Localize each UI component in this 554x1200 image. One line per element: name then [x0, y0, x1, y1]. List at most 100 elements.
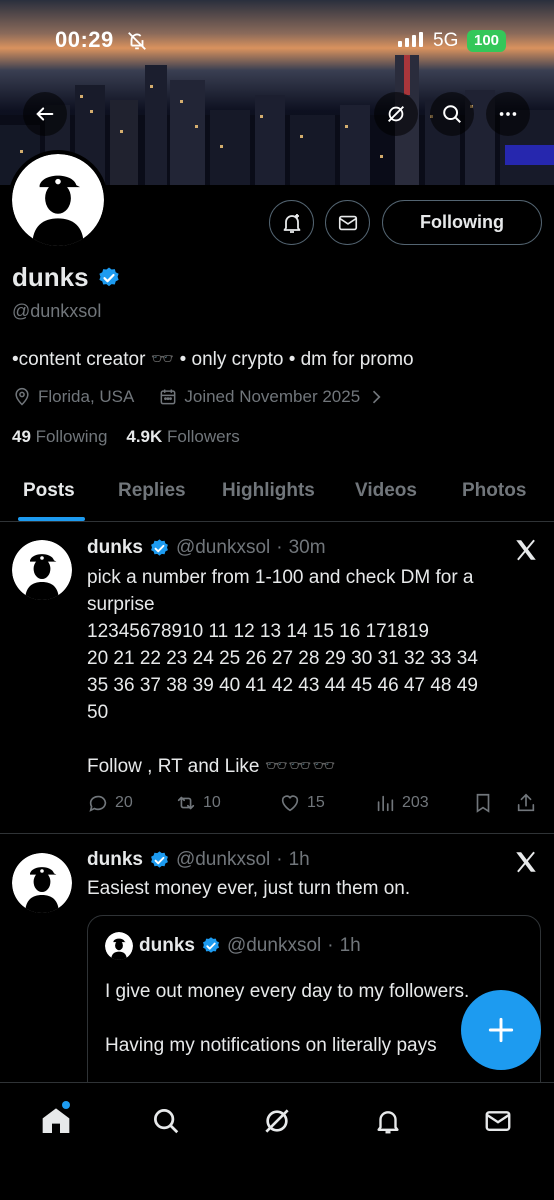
quoted-post-header: dunks @dunkxsol · 1h	[105, 932, 361, 960]
quoted-author-name: dunks	[139, 935, 195, 956]
plus-icon	[488, 1017, 514, 1043]
calendar-icon	[160, 389, 176, 405]
follow-counts: 49 Following 4.9K Followers	[12, 427, 240, 447]
post-header: dunks @dunkxsol · 1h	[87, 849, 310, 871]
reply-count: 20	[115, 794, 133, 811]
tab-posts[interactable]: Posts	[23, 480, 75, 502]
nav-messages[interactable]	[480, 1103, 516, 1139]
reply-button[interactable]: 20	[87, 792, 133, 814]
active-tab-indicator	[18, 517, 85, 521]
repost-icon	[177, 796, 195, 810]
profile-avatar[interactable]	[8, 150, 108, 250]
dot-separator: ·	[276, 537, 283, 558]
home-icon	[42, 1108, 70, 1133]
mail-icon	[485, 1111, 511, 1131]
post-author-name[interactable]: dunks	[87, 849, 143, 871]
battery-indicator: 100	[467, 30, 506, 52]
network-type: 5G	[433, 30, 459, 51]
post-avatar[interactable]	[12, 853, 72, 913]
profile-joined: Joined November 2025	[184, 387, 361, 406]
post-author-handle: @dunkxsol	[175, 849, 271, 870]
search-button[interactable]	[430, 92, 474, 136]
like-button[interactable]: 15	[279, 792, 325, 814]
avatar-image	[105, 932, 133, 960]
post-item[interactable]: dunks @dunkxsol · 30m pick a number from…	[0, 522, 554, 834]
verified-badge-icon	[151, 538, 168, 556]
repost-count: 10	[203, 794, 221, 811]
more-button[interactable]	[486, 92, 530, 136]
signal-icon	[398, 31, 423, 47]
avatar-image	[12, 853, 72, 913]
profile-meta: Florida, USA Joined November 2025	[12, 387, 386, 407]
repost-button[interactable]: 10	[175, 792, 221, 814]
post-text: Easiest money ever, just turn them on.	[87, 878, 411, 899]
search-icon	[154, 1109, 179, 1134]
post-time: 30m	[288, 537, 326, 558]
share-button[interactable]	[515, 792, 537, 814]
mail-icon	[338, 215, 357, 230]
display-name: dunks	[12, 262, 121, 293]
followers-label: Followers	[167, 427, 240, 446]
avatar-image	[12, 154, 104, 246]
arrow-left-icon	[36, 107, 54, 121]
grok-icon	[265, 1109, 289, 1133]
followers-count: 4.9K	[126, 427, 163, 446]
message-button[interactable]	[325, 200, 370, 245]
nav-home[interactable]	[38, 1101, 74, 1139]
notification-dot	[62, 1101, 70, 1109]
more-icon	[499, 112, 517, 116]
profile-handle: @dunkxsol	[12, 301, 102, 321]
status-time: 00:29	[55, 27, 114, 52]
views-button[interactable]: 203	[374, 792, 429, 814]
bell-plus-icon	[283, 213, 300, 233]
views-count: 203	[402, 794, 429, 811]
bell-icon	[377, 1111, 399, 1134]
views-icon	[377, 795, 394, 812]
avatar-image	[12, 540, 72, 600]
notify-button[interactable]	[269, 200, 314, 245]
post-avatar[interactable]	[12, 540, 72, 600]
following-link[interactable]: 49 Following	[12, 427, 107, 446]
profile-location: Florida, USA	[38, 387, 135, 406]
back-button[interactable]	[23, 92, 67, 136]
heart-icon	[281, 795, 299, 812]
bottom-navigation	[0, 1082, 554, 1200]
post-text: pick a number from 1-100 and check DM fo…	[87, 567, 478, 777]
verified-badge-icon[interactable]	[97, 266, 121, 290]
location-icon	[15, 387, 29, 406]
share-icon	[517, 793, 535, 812]
x-logo-icon[interactable]	[513, 849, 539, 875]
nav-grok[interactable]	[259, 1103, 295, 1139]
display-name-text: dunks	[12, 262, 89, 292]
status-bar: 00:29 5G 100	[0, 0, 554, 80]
tab-replies[interactable]: Replies	[118, 480, 186, 502]
verified-badge-icon	[202, 937, 219, 953]
dot-separator: ·	[327, 935, 334, 956]
tab-highlights[interactable]: Highlights	[222, 480, 315, 502]
profile-tabs: Posts Replies Highlights Videos Photos	[0, 466, 554, 522]
quoted-author-handle: @dunkxsol	[226, 935, 322, 956]
dot-separator: ·	[276, 849, 283, 870]
search-icon	[443, 105, 461, 123]
tab-photos[interactable]: Photos	[462, 480, 526, 502]
reply-icon	[89, 795, 107, 812]
tab-videos[interactable]: Videos	[355, 480, 417, 502]
post-author-name[interactable]: dunks	[87, 537, 143, 559]
compose-button[interactable]	[461, 990, 541, 1070]
chevron-right-icon[interactable]	[366, 387, 386, 407]
quoted-post-time: 1h	[339, 935, 361, 956]
x-logo-icon[interactable]	[513, 537, 539, 563]
profile-bio: •content creator 🕶️ • only crypto • dm f…	[12, 349, 414, 370]
bookmark-button[interactable]	[472, 792, 494, 814]
following-label: Following	[35, 427, 108, 446]
following-button[interactable]: Following	[382, 200, 542, 245]
nav-notifications[interactable]	[370, 1103, 406, 1139]
bell-off-icon	[128, 32, 146, 50]
grok-button[interactable]	[374, 92, 418, 136]
grok-icon	[388, 106, 404, 122]
post-header: dunks @dunkxsol · 30m	[87, 537, 326, 559]
quoted-post-avatar	[105, 932, 133, 960]
nav-search[interactable]	[148, 1103, 184, 1139]
followers-link[interactable]: 4.9K Followers	[126, 427, 239, 446]
verified-badge-icon	[151, 850, 168, 868]
